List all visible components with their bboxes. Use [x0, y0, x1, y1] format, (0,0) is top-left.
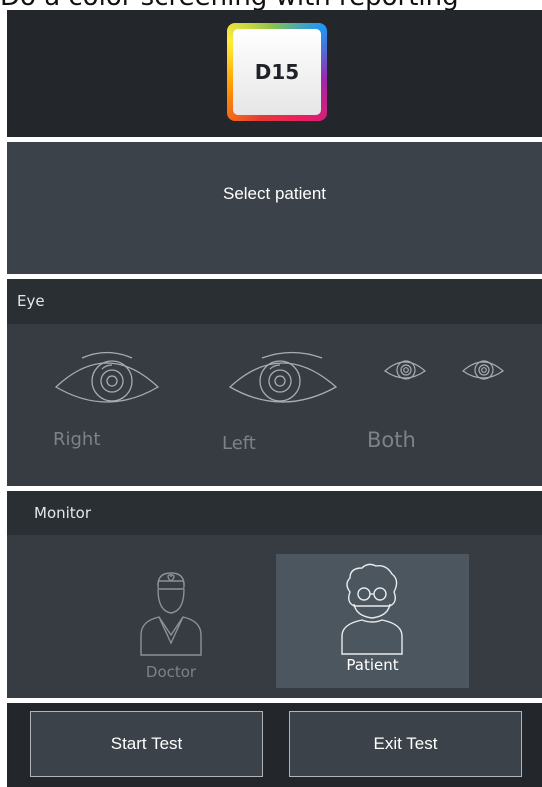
right-eye-icon	[54, 351, 160, 403]
eye-option-both-label: Both	[367, 428, 416, 452]
app-header: D15	[7, 10, 542, 137]
monitor-option-doctor[interactable]: Doctor	[107, 555, 235, 687]
page-caption: Do a color screening with reporting	[0, 0, 542, 10]
app-footer: Start Test Exit Test	[7, 703, 542, 787]
d15-app: D15 Select patient Eye Right Left Both M…	[7, 10, 542, 787]
left-eye-icon	[228, 351, 338, 403]
start-test-button[interactable]: Start Test	[30, 711, 263, 777]
eye-option-right[interactable]: Right	[47, 351, 177, 471]
exit-test-button[interactable]: Exit Test	[289, 711, 522, 777]
select-patient-button[interactable]: Select patient	[223, 184, 326, 204]
eye-option-left-label: Left	[222, 433, 256, 454]
monitor-option-doctor-label: Doctor	[145, 663, 197, 681]
patient-section: Select patient	[7, 142, 542, 274]
doctor-icon	[140, 572, 202, 656]
monitor-option-patient[interactable]: Patient	[276, 554, 469, 688]
eye-option-both[interactable]: Both	[367, 351, 527, 471]
eye-section-title: Eye	[7, 279, 542, 324]
eye-option-right-label: Right	[53, 429, 101, 450]
monitor-section: Monitor Doctor Patient	[7, 491, 542, 698]
logo-text: D15	[254, 60, 300, 84]
both-eyes-icon	[384, 360, 504, 380]
d15-logo: D15	[227, 23, 327, 121]
monitor-section-title: Monitor	[7, 491, 542, 535]
eye-option-left[interactable]: Left	[217, 351, 357, 471]
patient-icon	[341, 563, 403, 655]
eye-section: Eye Right Left Both	[7, 279, 542, 486]
monitor-option-patient-label: Patient	[346, 656, 399, 674]
